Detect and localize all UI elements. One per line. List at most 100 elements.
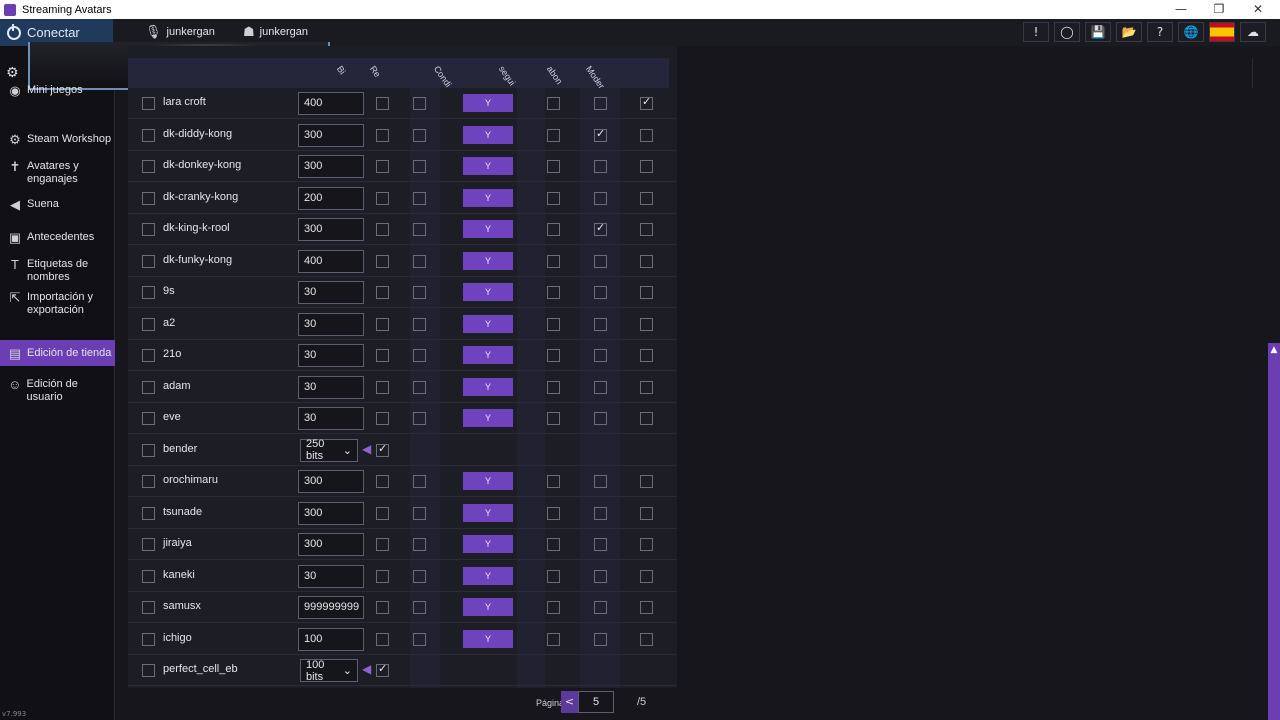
price-input[interactable]: 30 bbox=[298, 344, 364, 367]
select-checkbox[interactable] bbox=[142, 475, 155, 488]
bits-checkbox[interactable] bbox=[376, 662, 389, 677]
price-input[interactable]: 400 bbox=[298, 92, 364, 115]
follower-checkbox[interactable] bbox=[547, 601, 560, 614]
redeem-checkbox[interactable] bbox=[413, 349, 426, 362]
moderator-checkbox[interactable] bbox=[640, 160, 653, 173]
bits-checkbox[interactable] bbox=[376, 254, 389, 268]
maximize-button[interactable]: ❐ bbox=[1199, 0, 1239, 19]
bits-checkbox[interactable] bbox=[376, 160, 389, 173]
price-input[interactable]: 300 bbox=[298, 501, 364, 525]
select-checkbox[interactable] bbox=[142, 601, 155, 614]
condition-button[interactable]: Y bbox=[463, 125, 513, 144]
sidebar-item-antecedentes[interactable]: ▣ Antecedentes bbox=[0, 231, 115, 245]
redeem-checkbox[interactable] bbox=[413, 569, 426, 583]
select-checkbox[interactable] bbox=[142, 317, 155, 331]
price-input[interactable]: 30 bbox=[298, 281, 364, 304]
close-button[interactable]: ✕ bbox=[1238, 0, 1278, 19]
select-checkbox[interactable] bbox=[142, 223, 155, 236]
sidebar-item-importación[interactable]: ⇱ Importación y exportación bbox=[0, 291, 115, 319]
subscriber-checkbox[interactable] bbox=[594, 380, 607, 394]
scroll-up-icon[interactable]: ▲ bbox=[1268, 343, 1280, 357]
price-input[interactable]: 300 bbox=[298, 218, 364, 241]
help-icon[interactable]: ? bbox=[1147, 22, 1173, 42]
moderator-checkbox[interactable] bbox=[640, 538, 653, 551]
subscriber-checkbox[interactable] bbox=[594, 475, 607, 488]
select-checkbox[interactable] bbox=[142, 191, 155, 205]
bits-checkbox[interactable] bbox=[376, 442, 389, 457]
bits-select[interactable]: 100 bits ⌄ bbox=[300, 659, 358, 683]
select-checkbox[interactable] bbox=[142, 380, 155, 394]
moderator-checkbox[interactable] bbox=[640, 317, 653, 331]
condition-button[interactable]: Y bbox=[463, 503, 513, 522]
condition-button[interactable]: Y bbox=[463, 472, 513, 490]
condition-button[interactable]: Y bbox=[463, 409, 513, 427]
bits-checkbox[interactable] bbox=[376, 349, 389, 362]
condition-button[interactable]: Y bbox=[463, 566, 513, 585]
select-checkbox[interactable] bbox=[142, 286, 155, 299]
condition-button[interactable]: Y bbox=[463, 314, 513, 333]
subscriber-checkbox[interactable] bbox=[594, 506, 607, 520]
moderator-checkbox[interactable] bbox=[640, 349, 653, 362]
subscriber-checkbox[interactable] bbox=[594, 569, 607, 583]
select-checkbox[interactable] bbox=[142, 506, 155, 520]
settings-gear-icon[interactable]: ⚙ bbox=[6, 65, 19, 81]
price-input[interactable]: 400 bbox=[298, 249, 364, 273]
moderator-checkbox[interactable] bbox=[640, 95, 653, 110]
sidebar-item-mini[interactable]: ◉ Mini juegos bbox=[0, 84, 115, 98]
moderator-checkbox[interactable] bbox=[640, 128, 653, 142]
moderator-checkbox[interactable] bbox=[640, 254, 653, 268]
price-input[interactable]: 30 bbox=[298, 564, 364, 588]
follower-checkbox[interactable] bbox=[547, 349, 560, 362]
follower-checkbox[interactable] bbox=[547, 191, 560, 205]
select-checkbox[interactable] bbox=[142, 97, 155, 110]
bits-checkbox[interactable] bbox=[376, 191, 389, 205]
select-checkbox[interactable] bbox=[142, 664, 155, 677]
sidebar-item-edición[interactable]: ☺ Edición de usuario bbox=[0, 378, 115, 404]
redeem-checkbox[interactable] bbox=[413, 506, 426, 520]
follower-checkbox[interactable] bbox=[547, 97, 560, 110]
redeem-checkbox[interactable] bbox=[413, 128, 426, 142]
moderator-checkbox[interactable] bbox=[640, 506, 653, 520]
follower-checkbox[interactable] bbox=[547, 475, 560, 488]
bits-checkbox[interactable] bbox=[376, 317, 389, 331]
follower-checkbox[interactable] bbox=[547, 380, 560, 394]
globe-icon[interactable]: 🌐 bbox=[1178, 22, 1204, 42]
sidebar-item-suena[interactable]: ◀ Suena bbox=[0, 198, 115, 212]
redeem-checkbox[interactable] bbox=[413, 412, 426, 425]
price-input[interactable]: 30 bbox=[298, 312, 364, 336]
sidebar-item-etiquetas[interactable]: T Etiquetas de nombres bbox=[0, 258, 115, 286]
minimize-button[interactable]: — bbox=[1161, 0, 1201, 19]
streamer-account[interactable]: 🎙 junkergan bbox=[145, 24, 215, 40]
condition-button[interactable]: Y bbox=[463, 283, 513, 301]
price-input[interactable]: 300 bbox=[298, 123, 364, 147]
condition-button[interactable]: Y bbox=[463, 220, 513, 238]
condition-button[interactable]: Y bbox=[463, 629, 513, 648]
moderator-checkbox[interactable] bbox=[640, 223, 653, 236]
bits-checkbox[interactable] bbox=[376, 286, 389, 299]
select-checkbox[interactable] bbox=[142, 128, 155, 142]
redeem-checkbox[interactable] bbox=[413, 380, 426, 394]
refresh-icon[interactable]: ◯ bbox=[1054, 22, 1080, 42]
scrollbar[interactable] bbox=[1268, 343, 1280, 720]
condition-button[interactable]: Y bbox=[463, 377, 513, 396]
redeem-checkbox[interactable] bbox=[413, 223, 426, 236]
select-checkbox[interactable] bbox=[142, 443, 155, 457]
bits-checkbox[interactable] bbox=[376, 569, 389, 583]
follower-checkbox[interactable] bbox=[547, 538, 560, 551]
bits-checkbox[interactable] bbox=[376, 97, 389, 110]
follower-checkbox[interactable] bbox=[547, 506, 560, 520]
redeem-checkbox[interactable] bbox=[413, 191, 426, 205]
bits-checkbox[interactable] bbox=[376, 538, 389, 551]
subscriber-checkbox[interactable] bbox=[594, 160, 607, 173]
folder-icon[interactable]: 📂 bbox=[1116, 22, 1142, 42]
moderator-checkbox[interactable] bbox=[640, 601, 653, 614]
select-checkbox[interactable] bbox=[142, 349, 155, 362]
subscriber-checkbox[interactable] bbox=[594, 97, 607, 110]
sidebar-item-avatares[interactable]: ✝ Avatares y enganajes bbox=[0, 160, 115, 188]
sidebar-item-edición[interactable]: ▤ Edición de tienda bbox=[0, 340, 115, 366]
subscriber-checkbox[interactable] bbox=[594, 127, 607, 142]
price-input[interactable]: 30 bbox=[298, 407, 364, 430]
alert-icon[interactable]: ! bbox=[1023, 22, 1049, 42]
bits-checkbox[interactable] bbox=[376, 412, 389, 425]
subscriber-checkbox[interactable] bbox=[594, 317, 607, 331]
